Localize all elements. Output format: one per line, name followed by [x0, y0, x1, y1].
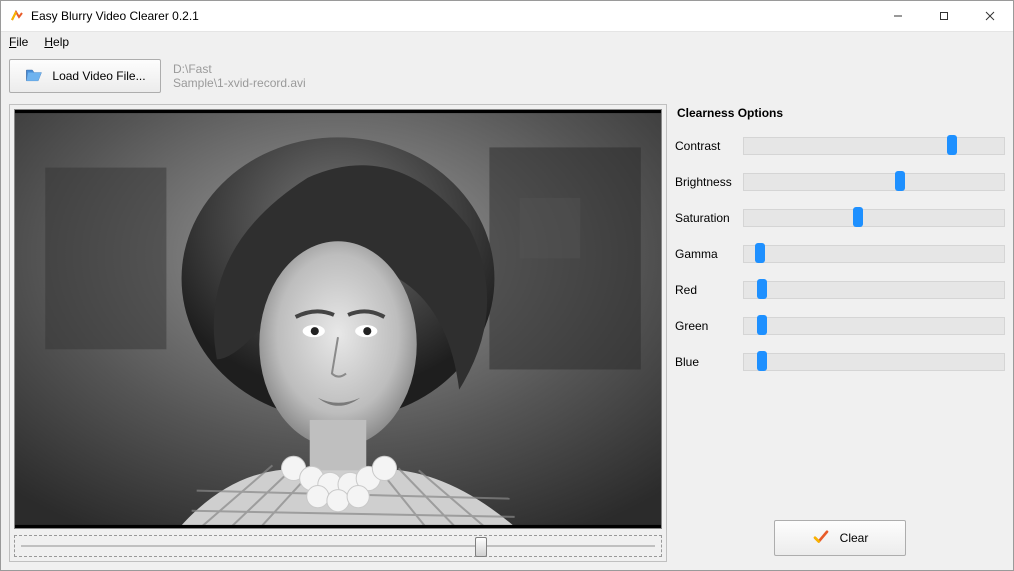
red-row: Red [675, 272, 1005, 308]
spacer [675, 380, 1005, 520]
seek-track [21, 545, 655, 547]
folder-open-icon [24, 65, 44, 88]
load-video-button[interactable]: Load Video File... [9, 59, 161, 93]
green-slider[interactable] [743, 317, 1005, 335]
brightness-label: Brightness [675, 175, 743, 189]
minimize-button[interactable] [875, 1, 921, 31]
menu-help[interactable]: Help [44, 35, 69, 49]
titlebar: Easy Blurry Video Clearer 0.2.1 [1, 1, 1013, 32]
clear-button[interactable]: Clear [774, 520, 906, 556]
saturation-label: Saturation [675, 211, 743, 225]
video-frame [14, 109, 662, 529]
app-icon [9, 8, 25, 24]
clear-label: Clear [840, 531, 869, 545]
clearness-options-title: Clearness Options [677, 106, 1005, 120]
seek-thumb[interactable] [475, 537, 487, 557]
gamma-slider[interactable] [743, 245, 1005, 263]
blue-thumb[interactable] [757, 351, 767, 371]
file-path: D:\Fast Sample\1-xvid-record.avi [173, 62, 306, 90]
gamma-thumb[interactable] [755, 243, 765, 263]
close-button[interactable] [967, 1, 1013, 31]
gamma-row: Gamma [675, 236, 1005, 272]
menubar: File Help [1, 32, 1013, 52]
main-content: Clearness Options Contrast Brightness Sa… [1, 100, 1013, 570]
green-thumb[interactable] [757, 315, 767, 335]
brightness-slider[interactable] [743, 173, 1005, 191]
brightness-thumb[interactable] [895, 171, 905, 191]
file-path-line1: D:\Fast [173, 62, 306, 76]
contrast-label: Contrast [675, 139, 743, 153]
red-thumb[interactable] [757, 279, 767, 299]
window-title: Easy Blurry Video Clearer 0.2.1 [31, 9, 875, 23]
saturation-slider[interactable] [743, 209, 1005, 227]
seek-slider[interactable] [14, 535, 662, 557]
app-window: Easy Blurry Video Clearer 0.2.1 File Hel… [0, 0, 1014, 571]
blue-slider[interactable] [743, 353, 1005, 371]
load-video-label: Load Video File... [52, 69, 145, 83]
checkmark-icon [812, 528, 830, 549]
contrast-slider[interactable] [743, 137, 1005, 155]
red-label: Red [675, 283, 743, 297]
clearness-options-panel: Clearness Options Contrast Brightness Sa… [675, 104, 1005, 562]
video-pane [9, 104, 667, 562]
file-path-line2: Sample\1-xvid-record.avi [173, 76, 306, 90]
red-slider[interactable] [743, 281, 1005, 299]
blue-row: Blue [675, 344, 1005, 380]
maximize-button[interactable] [921, 1, 967, 31]
window-controls [875, 1, 1013, 31]
saturation-row: Saturation [675, 200, 1005, 236]
blue-label: Blue [675, 355, 743, 369]
menu-file[interactable]: File [9, 35, 28, 49]
contrast-thumb[interactable] [947, 135, 957, 155]
saturation-thumb[interactable] [853, 207, 863, 227]
gamma-label: Gamma [675, 247, 743, 261]
toolbar: Load Video File... D:\Fast Sample\1-xvid… [1, 52, 1013, 100]
green-label: Green [675, 319, 743, 333]
contrast-row: Contrast [675, 128, 1005, 164]
brightness-row: Brightness [675, 164, 1005, 200]
green-row: Green [675, 308, 1005, 344]
